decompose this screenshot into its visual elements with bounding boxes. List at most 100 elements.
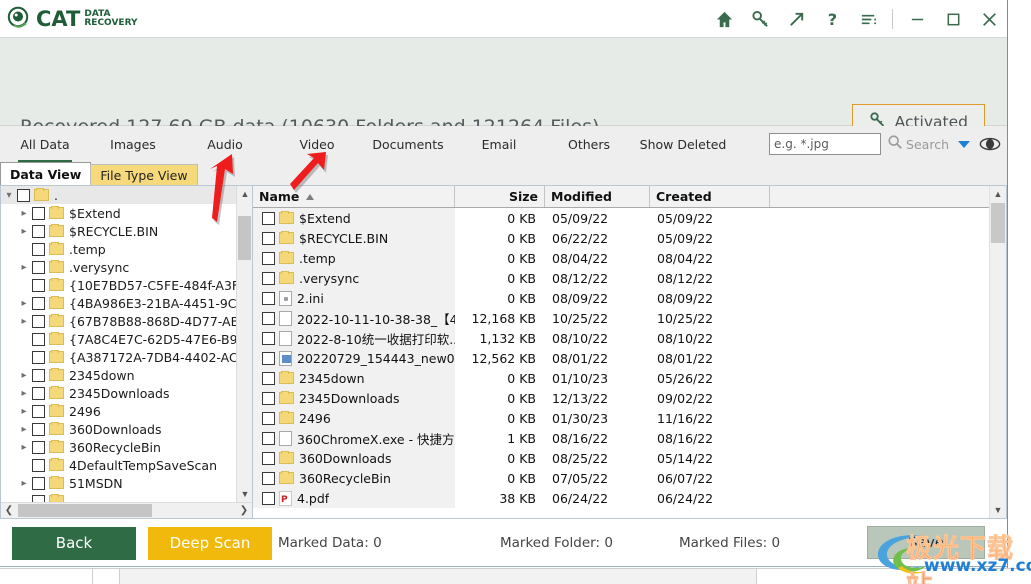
tree-checkbox[interactable] (32, 494, 45, 502)
table-row[interactable]: 360RecycleBin 0 KB 07/05/22 06/07/22 (253, 468, 989, 488)
minimize-button[interactable] (899, 0, 935, 38)
chevron-right-icon[interactable]: ▸ (16, 226, 32, 237)
row-checkbox[interactable] (262, 311, 275, 325)
tab-all-data[interactable]: All Data (12, 126, 78, 162)
tree-checkbox[interactable] (32, 422, 45, 436)
tree-row[interactable]: {A387172A-7DB4-4402-AC5 (1, 348, 236, 366)
table-row[interactable]: 2345down 0 KB 01/10/23 05/26/22 (253, 368, 989, 388)
table-row[interactable]: .verysync 0 KB 08/12/22 08/12/22 (253, 268, 989, 288)
row-checkbox[interactable] (262, 291, 275, 305)
scrollbar-thumb[interactable] (991, 203, 1005, 243)
row-checkbox[interactable] (262, 451, 275, 465)
table-row[interactable]: $Extend 0 KB 05/09/22 05/09/22 (253, 208, 989, 228)
row-checkbox[interactable] (262, 251, 275, 265)
tab-others[interactable]: Others (562, 126, 616, 162)
table-row[interactable]: 2345Downloads 0 KB 12/13/22 09/02/22 (253, 388, 989, 408)
tree-vertical-scrollbar[interactable]: ▲ ▼ (236, 186, 252, 502)
row-checkbox[interactable] (262, 471, 275, 485)
tree-checkbox[interactable] (32, 296, 45, 310)
tree-checkbox[interactable] (32, 476, 45, 490)
tab-audio[interactable]: Audio (196, 126, 254, 162)
chevron-right-icon[interactable]: ▸ (16, 262, 32, 273)
tab-show-deleted[interactable]: Show Deleted (634, 126, 732, 162)
tab-email[interactable]: Email (476, 126, 522, 162)
column-header-name[interactable]: Name (253, 186, 455, 207)
tree-row[interactable]: ▸ 2345Downloads (1, 384, 236, 402)
row-checkbox[interactable] (262, 231, 275, 245)
tree-row[interactable]: ▸ $Extend (1, 204, 236, 222)
back-button[interactable]: Back (12, 526, 136, 560)
tree-row[interactable]: ▸ .verysync (1, 258, 236, 276)
tree-checkbox[interactable] (32, 350, 45, 364)
tree-row[interactable]: ▸ 2345down (1, 366, 236, 384)
column-header-size[interactable]: Size (455, 186, 545, 207)
tree-checkbox[interactable] (32, 206, 45, 220)
tree-checkbox[interactable] (32, 224, 45, 238)
tree-row[interactable] (1, 492, 236, 502)
chevron-right-icon[interactable]: ▸ (16, 424, 32, 435)
maximize-button[interactable] (935, 0, 971, 38)
chevron-right-icon[interactable]: ▸ (16, 388, 32, 399)
row-checkbox[interactable] (262, 391, 275, 405)
chevron-left-icon[interactable]: ❮ (1, 503, 17, 519)
tree-checkbox[interactable] (32, 368, 45, 382)
help-icon[interactable]: ? (814, 0, 850, 38)
tree-horizontal-scrollbar[interactable]: ❮ ❯ (1, 502, 252, 518)
table-row[interactable]: 20220729_154443_new00... 12,562 KB 08/01… (253, 348, 989, 368)
tree-row-root[interactable]: ▾ . (1, 186, 236, 204)
tree-checkbox[interactable] (32, 242, 45, 256)
menu-icon[interactable] (850, 0, 886, 38)
row-checkbox[interactable] (262, 211, 275, 225)
table-row[interactable]: 2496 0 KB 01/30/23 11/16/22 (253, 408, 989, 428)
tree-row[interactable]: ▸ $RECYCLE.BIN (1, 222, 236, 240)
row-checkbox[interactable] (262, 491, 275, 505)
chevron-up-icon[interactable]: ▲ (990, 186, 1006, 202)
tree-checkbox[interactable] (32, 314, 45, 328)
row-checkbox[interactable] (262, 271, 275, 285)
tab-video[interactable]: Video (290, 126, 344, 162)
file-list-scrollbar[interactable]: ▲ ▼ (989, 186, 1006, 518)
home-icon[interactable] (706, 0, 742, 38)
tree-checkbox[interactable] (32, 404, 45, 418)
column-header-created[interactable]: Created (650, 186, 770, 207)
table-row[interactable]: .temp 0 KB 08/04/22 08/04/22 (253, 248, 989, 268)
column-header-modified[interactable]: Modified (545, 186, 650, 207)
chevron-right-icon[interactable]: ▸ (16, 208, 32, 219)
chevron-right-icon[interactable]: ▸ (16, 298, 32, 309)
row-checkbox[interactable] (262, 331, 275, 345)
tab-documents[interactable]: Documents (366, 126, 450, 162)
chevron-right-icon[interactable]: ▸ (16, 316, 32, 327)
chevron-down-icon[interactable] (958, 140, 970, 148)
chevron-right-icon[interactable]: ▸ (16, 406, 32, 417)
tree-row[interactable]: ▸ {67B78B88-868D-4D77-AB7 (1, 312, 236, 330)
deep-scan-button[interactable]: Deep Scan (148, 526, 272, 560)
chevron-right-icon[interactable]: ▸ (16, 370, 32, 381)
tree-checkbox[interactable] (17, 188, 30, 202)
tree-checkbox[interactable] (32, 458, 45, 472)
tree-row[interactable]: ▸ 51MSDN (1, 474, 236, 492)
row-checkbox[interactable] (262, 371, 275, 385)
row-checkbox[interactable] (262, 411, 275, 425)
column-header-extra[interactable] (770, 186, 1006, 207)
table-row[interactable]: 2022-10-11-10-38-38_【4... 12,168 KB 10/2… (253, 308, 989, 328)
scrollbar-thumb[interactable] (238, 216, 251, 260)
tab-images[interactable]: Images (100, 126, 166, 162)
tree-row[interactable]: {10E7BD57-C5FE-484f-A3F2 (1, 276, 236, 294)
search-button[interactable]: Search (887, 134, 949, 155)
key-icon[interactable] (742, 0, 778, 38)
close-button[interactable] (971, 0, 1007, 38)
tree-checkbox[interactable] (32, 440, 45, 454)
chevron-right-icon[interactable]: ❯ (236, 503, 252, 519)
save-button[interactable]: Save (867, 526, 985, 559)
row-checkbox[interactable] (262, 351, 275, 365)
table-row[interactable]: 4.pdf 38 KB 06/24/22 06/24/22 (253, 488, 989, 508)
search-input[interactable] (769, 133, 882, 155)
table-row[interactable]: $RECYCLE.BIN 0 KB 06/22/22 05/09/22 (253, 228, 989, 248)
chevron-up-icon[interactable]: ▲ (237, 186, 252, 202)
scrollbar-thumb[interactable] (18, 504, 152, 517)
tree-checkbox[interactable] (32, 278, 45, 292)
tree-row[interactable]: ▸ 2496 (1, 402, 236, 420)
upgrade-arrow-icon[interactable] (778, 0, 814, 38)
tree-row[interactable]: 4DefaultTempSaveScan (1, 456, 236, 474)
tree-checkbox[interactable] (32, 332, 45, 346)
